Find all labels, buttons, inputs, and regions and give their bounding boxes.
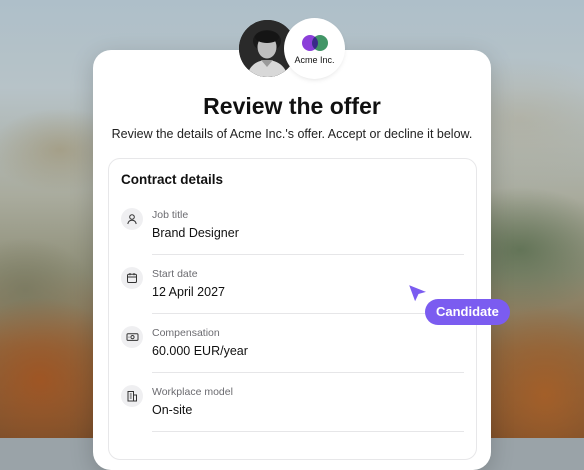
- detail-label: Job title: [152, 209, 189, 221]
- building-icon: [121, 385, 143, 407]
- row-divider: [152, 254, 464, 255]
- detail-value: Brand Designer: [152, 226, 239, 240]
- detail-row-job-title: Job title Brand Designer: [121, 200, 464, 259]
- detail-label: Compensation: [152, 327, 220, 339]
- detail-row-compensation: Compensation 60.000 EUR/year: [121, 318, 464, 377]
- detail-label: Workplace model: [152, 386, 233, 398]
- detail-value: 60.000 EUR/year: [152, 344, 248, 358]
- row-divider: [152, 431, 464, 432]
- detail-value: 12 April 2027: [152, 285, 225, 299]
- row-divider: [152, 313, 464, 314]
- person-icon: [121, 208, 143, 230]
- company-name: Acme Inc.: [294, 55, 335, 65]
- row-divider: [152, 372, 464, 373]
- money-icon: [121, 326, 143, 348]
- calendar-icon: [121, 267, 143, 289]
- detail-row-workplace-model: Workplace model On-site: [121, 377, 464, 436]
- avatar-group: Acme Inc.: [239, 20, 349, 80]
- detail-value: On-site: [152, 403, 193, 417]
- detail-label: Start date: [152, 268, 198, 280]
- page-title: Review the offer: [203, 93, 381, 119]
- candidate-cursor-label: Candidate: [425, 299, 510, 325]
- company-avatar: Acme Inc.: [286, 20, 343, 77]
- page-subtitle: Review the details of Acme Inc.'s offer.…: [111, 127, 473, 141]
- acme-logo-icon: [302, 35, 328, 51]
- contract-details-heading: Contract details: [121, 172, 224, 187]
